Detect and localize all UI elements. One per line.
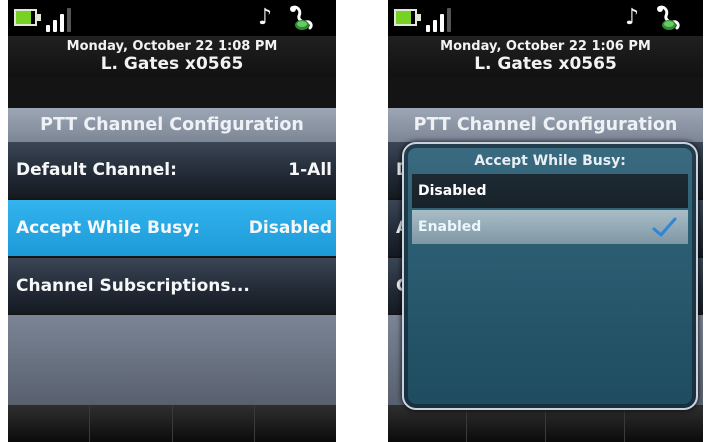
softkey-1[interactable] [8,405,91,442]
headset-icon [657,5,680,30]
phone-header: Monday, October 22 1:08 PM L. Gates x056… [8,36,336,78]
checkmark-icon [652,217,677,237]
user-extension-label: L. Gates x0565 [100,54,244,74]
signal-strength-icon [46,6,86,32]
softkey-1[interactable] [388,405,467,442]
menu-item-accept-while-busy[interactable]: Accept While Busy: Disabled [8,200,336,256]
softkey-3[interactable] [173,405,255,442]
screen-title: PTT Channel Configuration [388,108,703,142]
menu-item-label: Channel Subscriptions... [16,276,250,296]
signal-strength-icon [426,6,466,32]
menu-item-default-channel[interactable]: Default Channel: 1-All [8,142,336,198]
status-bar: ♪ [8,0,336,36]
option-enabled[interactable]: Enabled [412,210,688,244]
softkey-3[interactable] [546,405,625,442]
accept-while-busy-dialog: Accept While Busy: Disabled Enabled [402,142,698,410]
softkey-2[interactable] [90,405,173,442]
menu-item-label: Default Channel: [16,160,177,180]
datetime-label: Monday, October 22 1:06 PM [440,39,651,54]
empty-list-area [8,315,336,405]
datetime-label: Monday, October 22 1:08 PM [66,39,278,54]
option-disabled[interactable]: Disabled [412,174,688,208]
settings-menu: Default Channel: 1-All Accept While Busy… [8,142,336,316]
softkey-2[interactable] [467,405,546,442]
softkey-bar [388,405,703,442]
battery-icon [14,9,42,26]
music-note-icon: ♪ [624,5,639,30]
dialog-title: Accept While Busy: [474,153,626,169]
softkey-bar [8,405,336,442]
menu-item-label: Accept While Busy: [16,218,201,238]
music-note-icon: ♪ [257,5,272,30]
option-label: Disabled [418,183,487,199]
status-bar: ♪ [388,0,703,36]
option-label: Enabled [418,219,482,235]
softkey-4[interactable] [255,405,336,442]
softkey-4[interactable] [625,405,703,442]
menu-item-value: Disabled [248,218,332,238]
user-extension-label: L. Gates x0565 [474,54,617,74]
phone-screen-left: ♪ Monday, October 22 1:08 PM L. Gates x0… [8,0,336,442]
phone-screen-right: ♪ Monday, October 22 1:06 PM L. Gates x0… [388,0,703,442]
phone-header: Monday, October 22 1:06 PM L. Gates x056… [388,36,703,78]
battery-icon [394,9,422,26]
menu-item-value: 1-All [288,160,332,180]
menu-item-channel-subscriptions[interactable]: Channel Subscriptions... [8,258,336,314]
screen-title: PTT Channel Configuration [8,108,336,142]
headset-icon [290,5,313,30]
